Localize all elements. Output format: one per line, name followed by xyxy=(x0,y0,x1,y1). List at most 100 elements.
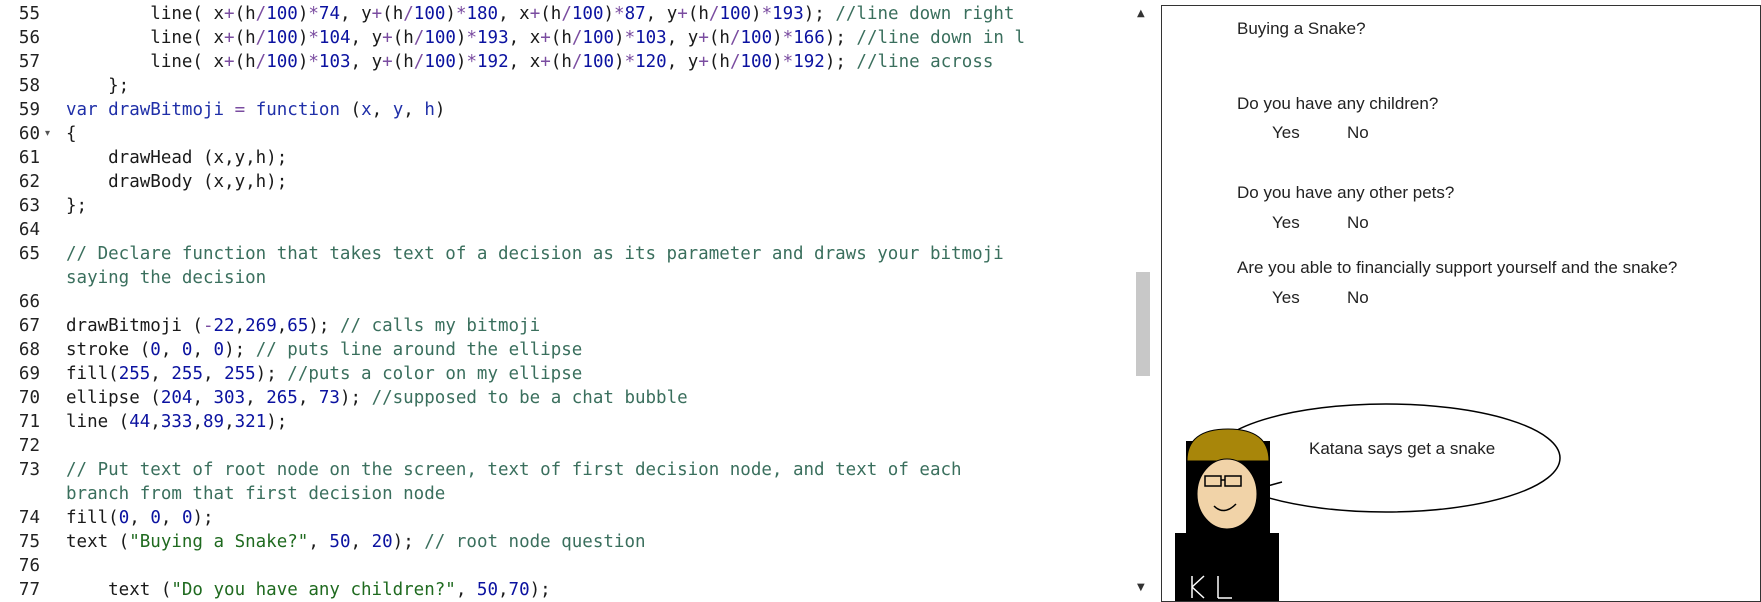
code-token: , xyxy=(245,388,267,408)
code-token: ); xyxy=(255,364,288,384)
code-token: (h xyxy=(687,4,709,24)
code-token: (h xyxy=(540,4,562,24)
code-line[interactable]: 57 line( x+(h/100)*103, y+(h/100)*192, x… xyxy=(0,50,1130,74)
code-token: 0 xyxy=(118,508,130,528)
code-token: / xyxy=(403,4,414,24)
code-line[interactable]: 67 drawBitmoji (-22,269,65); // calls my … xyxy=(0,314,1130,338)
code-token: // calls my bitmoji xyxy=(339,316,541,336)
output-canvas: Buying a Snake? Do you have any children… xyxy=(1161,5,1761,602)
code-line[interactable]: 73 // Put text of root node on the screen… xyxy=(0,458,1130,482)
code-token: 100 xyxy=(719,4,752,24)
code-token: ); xyxy=(339,388,372,408)
code-line[interactable]: 69 fill(255, 255, 255); //puts a color on… xyxy=(0,362,1130,386)
code-token: 100 xyxy=(571,4,604,24)
code-line[interactable]: 61 drawHead (x,y,h); xyxy=(0,146,1130,170)
code-token: ) xyxy=(297,52,309,72)
code-token: 0 xyxy=(181,340,193,360)
code-line[interactable]: 77 text ("Do you have any children?", 50… xyxy=(0,578,1130,602)
code-token: * xyxy=(466,52,478,72)
code-token: 0 xyxy=(150,340,161,360)
code-token: 103 xyxy=(318,52,351,72)
speech-bubble-text: Katana says get a snake xyxy=(1309,439,1496,458)
code-text: line( x+(h/100)*104, y+(h/100)*193, x+(h… xyxy=(66,26,1025,50)
code-token: 120 xyxy=(635,52,667,72)
code-text: stroke (0, 0, 0); // puts line around th… xyxy=(66,338,582,362)
bitmoji-face xyxy=(1196,458,1258,530)
code-line[interactable]: 74 fill(0, 0, 0); xyxy=(0,506,1130,530)
code-token: }; xyxy=(66,76,130,96)
code-token: ); xyxy=(266,412,288,432)
code-line[interactable]: 71 line (44,333,89,321); xyxy=(0,410,1130,434)
code-token: 333 xyxy=(160,412,193,432)
code-token: drawBitmoji ( xyxy=(66,316,203,336)
scroll-down-arrow-icon[interactable]: ▼ xyxy=(1137,582,1145,593)
code-line[interactable]: 75 text ("Buying a Snake?", 50, 20); // r… xyxy=(0,530,1130,554)
code-token: drawBitmoji xyxy=(108,100,225,120)
code-token: ) xyxy=(614,52,625,72)
code-line[interactable]: 64 xyxy=(0,218,1130,242)
code-token: ) xyxy=(455,52,467,72)
code-line[interactable]: 62 drawBody (x,y,h); xyxy=(0,170,1130,194)
code-token: 321 xyxy=(234,412,267,432)
code-line[interactable]: branch from that first decision node xyxy=(0,482,1130,506)
code-token: , y xyxy=(340,4,372,24)
code-line[interactable]: 70 ellipse (204, 303, 265, 73); //suppose… xyxy=(0,386,1130,410)
code-token: ) xyxy=(434,100,446,120)
code-token: ) xyxy=(751,4,762,24)
code-token: 100 xyxy=(266,4,298,24)
code-line[interactable]: 66 xyxy=(0,290,1130,314)
editor-scrollbar[interactable]: ▲ ▼ xyxy=(1133,0,1153,602)
scroll-thumb[interactable] xyxy=(1136,272,1150,376)
code-line[interactable]: 60 ▾ { xyxy=(0,122,1130,146)
code-line[interactable]: 65 // Declare function that takes text of… xyxy=(0,242,1130,266)
code-line[interactable]: 56 line( x+(h/100)*104, y+(h/100)*193, x… xyxy=(0,26,1130,50)
code-line[interactable]: 58 }; xyxy=(0,74,1130,98)
code-line[interactable]: 72 xyxy=(0,434,1130,458)
code-token: //supposed to be a chat bubble xyxy=(371,388,688,408)
code-line[interactable]: 55 line( x+(h/100)*74, y+(h/100)*180, x+… xyxy=(0,2,1130,26)
code-token: // root node question xyxy=(424,532,646,552)
code-token: ); xyxy=(308,316,340,336)
code-token: * xyxy=(308,4,319,24)
code-token: 103 xyxy=(635,28,667,48)
line-number: 68 xyxy=(18,340,40,360)
code-editor[interactable]: 55 line( x+(h/100)*74, y+(h/100)*180, x+… xyxy=(0,0,1130,602)
code-token: 303 xyxy=(213,388,246,408)
code-token: (h xyxy=(234,28,256,48)
line-number: 74 xyxy=(18,508,40,528)
code-line[interactable]: 59 var drawBitmoji = function (x, y, h) xyxy=(0,98,1130,122)
code-line[interactable]: 63}; xyxy=(0,194,1130,218)
scroll-up-arrow-icon[interactable]: ▲ xyxy=(1137,8,1145,19)
code-token: (h xyxy=(550,52,572,72)
code-line[interactable]: 76 xyxy=(0,554,1130,578)
code-line[interactable]: 68 stroke (0, 0, 0); // puts line around … xyxy=(0,338,1130,362)
line-number: 56 xyxy=(18,28,40,48)
code-token: , y xyxy=(666,52,699,72)
code-text: text ("Buying a Snake?", 50, 20); // roo… xyxy=(66,530,646,554)
line-number: 58 xyxy=(18,76,40,96)
code-token: , xyxy=(160,508,182,528)
code-line[interactable]: saying the decision xyxy=(0,266,1130,290)
code-token: saying the decision xyxy=(66,268,267,288)
code-token: , xyxy=(276,316,288,336)
code-token: { xyxy=(66,124,77,144)
code-token: 100 xyxy=(424,28,456,48)
bitmoji-shirt xyxy=(1175,533,1279,601)
code-token: ellipse ( xyxy=(66,388,161,408)
code-token: * xyxy=(782,52,794,72)
code-token: 87 xyxy=(624,4,646,24)
code-text: // Put text of root node on the screen, … xyxy=(66,458,962,482)
code-token: 100 xyxy=(740,28,773,48)
code-token: * xyxy=(624,28,636,48)
code-token: * xyxy=(308,52,319,72)
code-token: 204 xyxy=(160,388,193,408)
code-token: ) xyxy=(445,4,456,24)
code-token: 0 xyxy=(213,340,225,360)
code-text: text ("Do you have any children?", 50,70… xyxy=(66,578,551,602)
fold-toggle-icon[interactable]: ▾ xyxy=(45,122,50,146)
code-text: drawBitmoji (-22,269,65); // calls my bi… xyxy=(66,314,540,338)
line-number: 66 xyxy=(18,292,40,312)
code-token: , xyxy=(192,340,214,360)
code-token: + xyxy=(371,4,383,24)
